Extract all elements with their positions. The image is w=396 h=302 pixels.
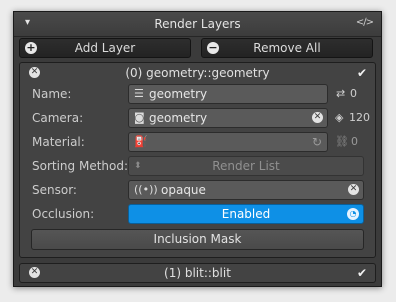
sorting-method-label: Sorting Method:	[32, 159, 129, 173]
render-layers-panel: ▾ Render Layers <∕> + Add Layer − Remove…	[13, 11, 382, 287]
layer-header: ✕ (1) blit::blit ✔	[20, 264, 375, 282]
layers-icon: ☰	[134, 87, 144, 100]
camera-icon: ◙	[134, 111, 145, 124]
camera-label: Camera:	[32, 111, 84, 125]
material-count: 0	[351, 135, 358, 148]
clear-sensor-icon[interactable]: ✕	[348, 184, 359, 195]
sorting-method-value: Render List	[212, 159, 280, 173]
remove-all-label: Remove All	[253, 41, 321, 55]
name-value: geometry	[149, 87, 208, 101]
sorting-method-select[interactable]: ⬍ Render List	[128, 156, 364, 176]
check-icon[interactable]: ✔	[357, 266, 367, 280]
occlusion-toggle[interactable]: Enabled ◔	[128, 204, 364, 224]
sensor-field[interactable]: ((•)) opaque ✕	[128, 180, 364, 200]
occlusion-label: Occlusion:	[32, 207, 95, 221]
add-layer-button[interactable]: + Add Layer	[19, 38, 191, 58]
material-bucket-icon: ⛽	[134, 135, 148, 148]
layer-title: (1) blit::blit	[164, 266, 231, 280]
camera-field[interactable]: ◙ geometry ✕	[128, 108, 328, 128]
name-label: Name:	[32, 87, 72, 101]
code-icon[interactable]: <∕>	[356, 17, 374, 28]
occlusion-value: Enabled	[221, 207, 271, 221]
sensor-value: opaque	[161, 183, 206, 197]
remove-all-button[interactable]: − Remove All	[201, 38, 373, 58]
add-layer-label: Add Layer	[74, 41, 136, 55]
plus-circle-icon: +	[25, 41, 37, 54]
clear-camera-icon[interactable]: ✕	[312, 112, 323, 123]
layer-header: ✕ (0) geometry::geometry ✔	[20, 63, 375, 83]
gauge-icon: ◔	[347, 208, 359, 220]
check-icon[interactable]: ✔	[357, 66, 367, 80]
material-field[interactable]: ⛽ ↻	[128, 132, 328, 152]
sort-arrows-icon: ⬍	[134, 161, 142, 171]
cube-icon: ◈	[335, 111, 344, 124]
panel-titlebar: ▾ Render Layers <∕>	[14, 12, 381, 37]
inclusion-mask-label: Inclusion Mask	[153, 232, 242, 246]
material-label: Material:	[32, 135, 85, 149]
name-count: 0	[350, 87, 357, 100]
render-layer-0: ✕ (0) geometry::geometry ✔ Name: ☰ geome…	[19, 62, 376, 258]
camera-value: geometry	[149, 111, 208, 125]
refresh-icon[interactable]: ↻	[312, 133, 322, 151]
inclusion-mask-button[interactable]: Inclusion Mask	[31, 229, 364, 250]
sensor-label: Sensor:	[32, 183, 77, 197]
sensor-icon: ((•))	[134, 183, 158, 196]
minus-circle-icon: −	[207, 41, 219, 54]
camera-count: 120	[349, 111, 370, 124]
render-layer-1: ✕ (1) blit::blit ✔	[19, 263, 376, 283]
material-link-icon: ⛓	[335, 135, 349, 148]
panel-title: Render Layers	[154, 17, 241, 31]
layer-title: (0) geometry::geometry	[125, 66, 270, 80]
link-icon: ⇄	[336, 87, 346, 100]
name-field[interactable]: ☰ geometry	[128, 84, 328, 104]
